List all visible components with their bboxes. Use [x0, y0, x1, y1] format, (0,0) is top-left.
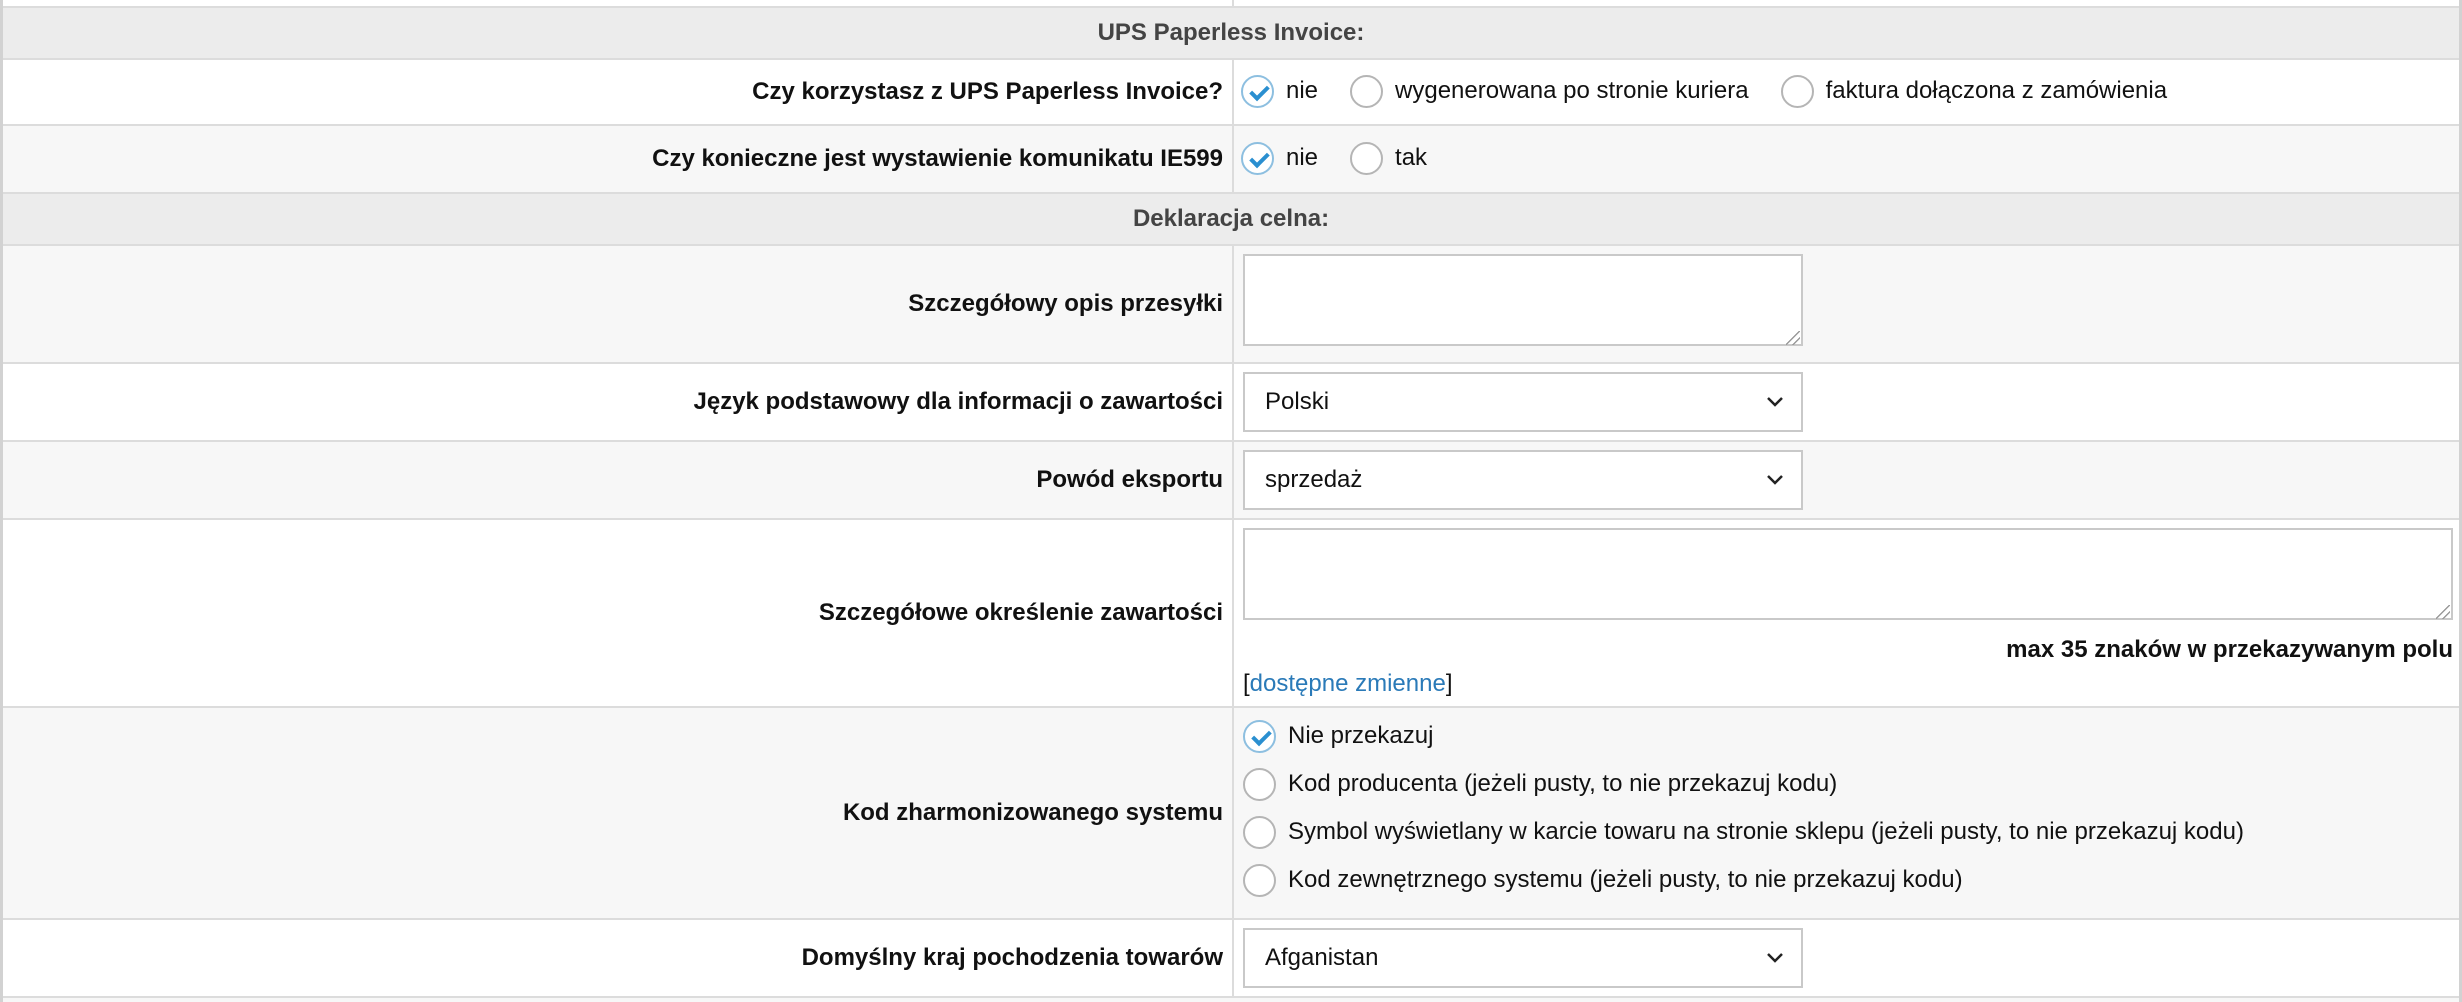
radio-label: Symbol wyświetlany w karcie towaru na st… [1288, 818, 2244, 845]
next-row-edge [3, 996, 2459, 1002]
hs-code-radio-group: Nie przekazuj Kod producenta (jeżeli pus… [1241, 708, 2459, 918]
field-label: Kod zharmonizowanego systemu [842, 799, 1223, 826]
section-title: Deklaracja celna: [1132, 205, 1330, 232]
column-divider [1232, 520, 1234, 706]
field-value: nie tak [1241, 126, 2459, 192]
available-variables: [dostępne zmienne] [1243, 670, 1452, 698]
radio-hs-producer-code[interactable]: Kod producenta (jeżeli pusty, to nie prz… [1243, 764, 1837, 804]
field-label: Szczegółowe określenie zawartości [818, 599, 1223, 626]
field-label: Powód eksportu [1036, 466, 1223, 493]
radio-hs-external-code[interactable]: Kod zewnętrznego systemu (jeżeli pusty, … [1243, 860, 1963, 900]
radio-label: faktura dołączona z zamówienia [1825, 77, 2168, 104]
paperless-invoice-radio-group: nie wygenerowana po stronie kuriera fakt… [1241, 71, 2199, 111]
export-reason-select[interactable]: sprzedaż [1243, 450, 1803, 510]
field-label: Domyślny kraj pochodzenia towarów [801, 944, 1223, 971]
radio-label: nie [1286, 144, 1319, 171]
bracket-close: ] [1445, 670, 1453, 697]
radio-unchecked-icon[interactable] [1350, 141, 1384, 175]
origin-country-select[interactable]: Afganistan [1243, 928, 1803, 988]
field-label: Czy konieczne jest wystawienie komunikat… [652, 145, 1223, 172]
radio-unchecked-icon[interactable] [1243, 815, 1276, 849]
radio-ie599-nie[interactable]: nie [1241, 141, 1319, 175]
row-paperless-invoice: Czy korzystasz z UPS Paperless Invoice? … [3, 58, 2459, 124]
radio-paperless-attached[interactable]: faktura dołączona z zamówienia [1780, 74, 2168, 108]
field-label: Język podstawowy dla informacji o zawart… [693, 388, 1224, 415]
field-value: Afganistan [1241, 920, 2459, 996]
content-language-select[interactable]: Polski [1243, 372, 1803, 432]
chevron-down-icon [1767, 397, 1783, 407]
radio-checked-icon[interactable] [1241, 141, 1274, 175]
field-value: max 35 znaków w przekazywanym polu [dost… [1241, 520, 2459, 706]
radio-label: wygenerowana po stronie kuriera [1395, 77, 1749, 104]
chevron-down-icon [1767, 953, 1783, 963]
field-value [1241, 246, 2459, 362]
radio-ie599-tak[interactable]: tak [1350, 141, 1428, 175]
column-divider [1232, 126, 1234, 192]
content-details-textarea[interactable] [1243, 528, 2453, 620]
row-shipment-description: Szczegółowy opis przesyłki [3, 244, 2459, 362]
radio-label: tak [1395, 144, 1428, 171]
section-title: UPS Paperless Invoice: [1097, 19, 1365, 46]
radio-label: Nie przekazuj [1288, 722, 1434, 749]
column-divider [1232, 364, 1234, 440]
radio-label: Kod zewnętrznego systemu (jeżeli pusty, … [1288, 866, 1963, 893]
column-divider [1232, 920, 1234, 996]
column-divider [1232, 60, 1234, 124]
chevron-down-icon [1767, 475, 1783, 485]
radio-unchecked-icon[interactable] [1243, 863, 1276, 897]
field-value: nie wygenerowana po stronie kuriera fakt… [1241, 60, 2459, 124]
resize-handle-icon[interactable] [2436, 605, 2450, 619]
bracket-open: [ [1243, 670, 1250, 697]
select-value: sprzedaż [1265, 466, 1363, 493]
radio-hs-none[interactable]: Nie przekazuj [1243, 716, 1433, 756]
select-value: Afganistan [1265, 944, 1379, 971]
shipping-settings-form: UPS Paperless Invoice: Czy korzystasz z … [0, 0, 2462, 1002]
radio-label: Kod producenta (jeżeli pusty, to nie prz… [1288, 770, 1838, 797]
field-value: sprzedaż [1241, 442, 2459, 518]
field-label: Czy korzystasz z UPS Paperless Invoice? [752, 78, 1223, 105]
column-divider [1232, 442, 1234, 518]
radio-paperless-nie[interactable]: nie [1241, 74, 1319, 108]
row-hs-code: Kod zharmonizowanego systemu Nie przekaz… [3, 706, 2459, 918]
select-value: Polski [1265, 388, 1330, 415]
section-header-ups-paperless: UPS Paperless Invoice: [3, 6, 2459, 58]
field-label: Szczegółowy opis przesyłki [908, 290, 1223, 317]
available-variables-link[interactable]: dostępne zmienne [1250, 670, 1446, 697]
radio-checked-icon[interactable] [1241, 74, 1274, 108]
max-length-hint: max 35 znaków w przekazywanym polu [2006, 636, 2453, 663]
row-ie599: Czy konieczne jest wystawienie komunikat… [3, 124, 2459, 192]
row-content-details: Szczegółowe określenie zawartości max 35… [3, 518, 2459, 706]
radio-paperless-courier[interactable]: wygenerowana po stronie kuriera [1350, 74, 1749, 108]
radio-unchecked-icon[interactable] [1350, 74, 1384, 108]
radio-label: nie [1286, 77, 1319, 104]
column-divider [1232, 246, 1234, 362]
row-content-language: Język podstawowy dla informacji o zawart… [3, 362, 2459, 440]
column-divider [1232, 708, 1234, 918]
field-value: Polski [1241, 364, 2459, 440]
radio-unchecked-icon[interactable] [1243, 767, 1276, 801]
resize-handle-icon[interactable] [1786, 331, 1800, 345]
section-header-customs: Deklaracja celna: [3, 192, 2459, 244]
row-origin-country: Domyślny kraj pochodzenia towarów Afgani… [3, 918, 2459, 996]
ie599-radio-group: nie tak [1241, 138, 1459, 178]
shipment-description-textarea[interactable] [1243, 254, 1803, 346]
radio-unchecked-icon[interactable] [1780, 74, 1814, 108]
row-export-reason: Powód eksportu sprzedaż [3, 440, 2459, 518]
radio-hs-product-symbol[interactable]: Symbol wyświetlany w karcie towaru na st… [1243, 812, 2244, 852]
radio-checked-icon[interactable] [1243, 719, 1276, 753]
